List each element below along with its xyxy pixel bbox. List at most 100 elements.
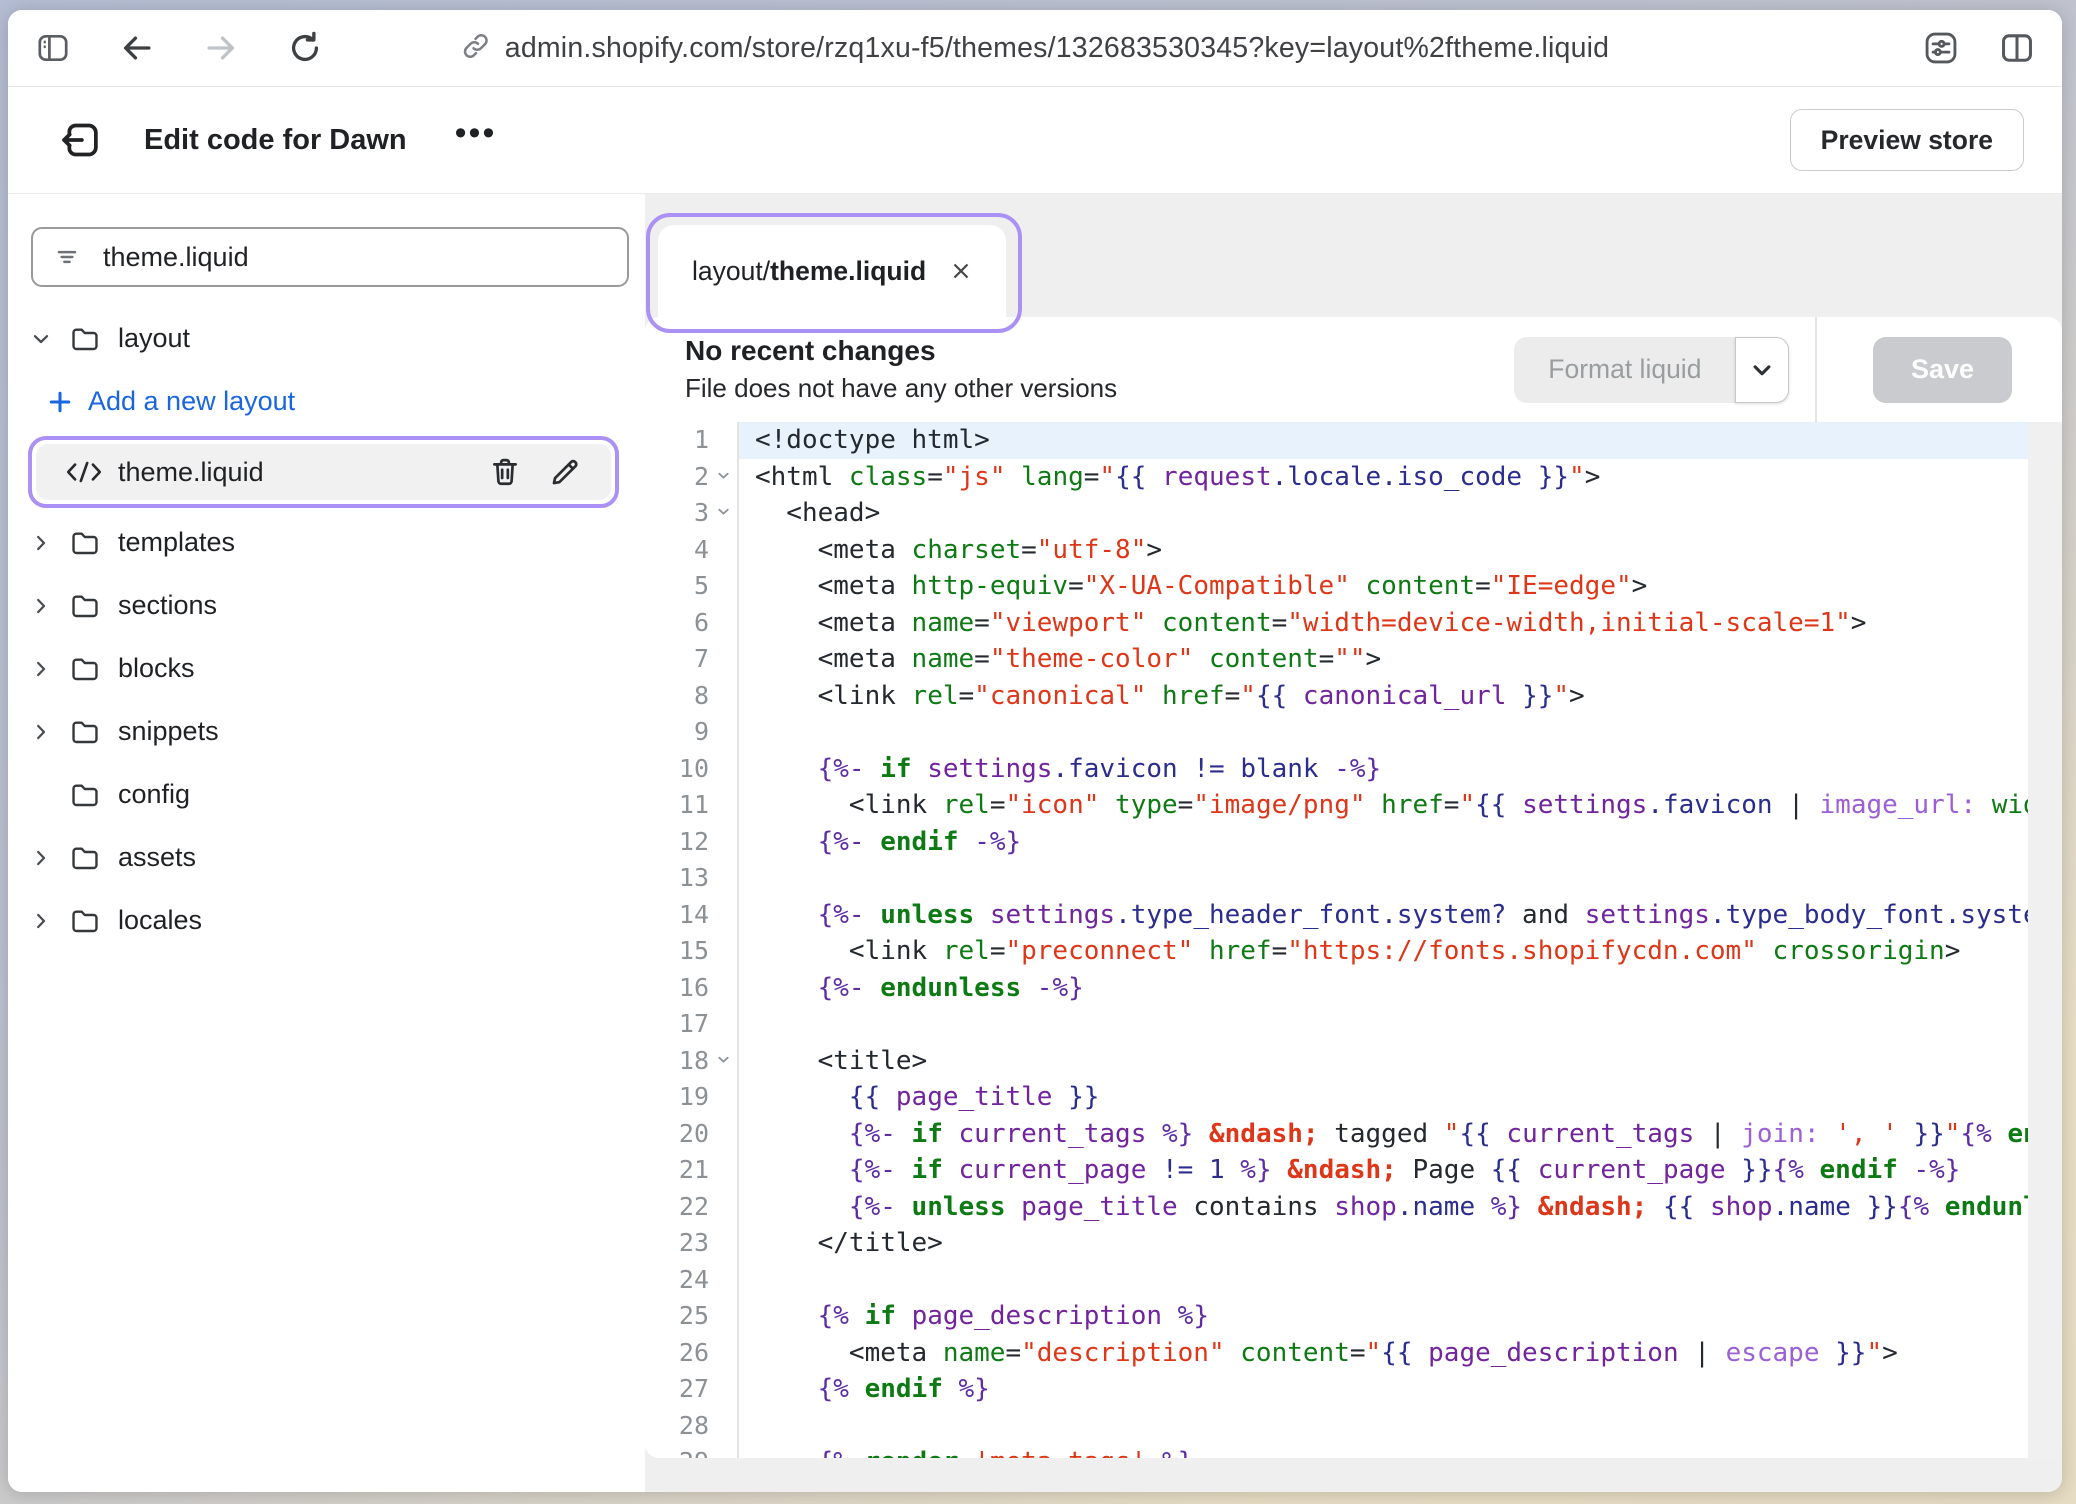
code-line-18[interactable]: 18 <title> [645,1043,2028,1080]
tab-close-icon[interactable] [944,254,978,288]
line-number: 9 [645,714,709,751]
tab-theme-liquid[interactable]: layout/theme.liquid [658,225,1006,317]
line-number: 17 [645,1006,709,1043]
preview-store-button[interactable]: Preview store [1790,109,2024,171]
fold-icon[interactable] [715,1051,732,1068]
address-bar[interactable]: admin.shopify.com/store/rzq1xu-f5/themes… [461,10,1609,86]
code-line-21[interactable]: 21 {%- if current_page != 1 %} &ndash; P… [645,1152,2028,1189]
chevron-right-icon [29,909,53,933]
sidebar-item-templates[interactable]: templates [8,511,645,574]
back-icon[interactable] [118,29,156,67]
code-line-11[interactable]: 11 <link rel="icon" type="image/png" hre… [645,787,2028,824]
forward-icon[interactable] [202,29,240,67]
line-number: 11 [645,787,709,824]
line-number: 24 [645,1262,709,1299]
save-button[interactable]: Save [1873,337,2012,403]
code-line-20[interactable]: 20 {%- if current_tags %} &ndash; tagged… [645,1116,2028,1153]
sidebar-item-label: blocks [118,653,195,684]
code-line-24[interactable]: 24 [645,1262,2028,1299]
app-header: Edit code for Dawn ••• Preview store [8,87,2062,194]
code-line-4[interactable]: 4 <meta charset="utf-8"> [645,532,2028,569]
line-number: 29 [645,1444,709,1458]
sidebar-item-layout[interactable]: layout [8,307,645,370]
line-number: 8 [645,678,709,715]
exit-editor-icon[interactable] [58,117,104,163]
fold-icon[interactable] [715,467,732,484]
line-number: 18 [645,1043,709,1080]
sidebar-item-label: layout [118,323,190,354]
sidebar-item-label: templates [118,527,235,558]
sidebar-item-sections[interactable]: sections [8,574,645,637]
more-options-button[interactable]: ••• [455,123,497,157]
file-sidebar: layout Add a new layout theme.liquid templa… [8,194,645,1492]
sidebar-toggle-icon[interactable] [34,29,72,67]
code-line-6[interactable]: 6 <meta name="viewport" content="width=d… [645,605,2028,642]
code-line-9[interactable]: 9 [645,714,2028,751]
editor-scrollbar[interactable] [2028,422,2062,1458]
code-line-14[interactable]: 14 {%- unless settings.type_header_font.… [645,897,2028,934]
code-line-10[interactable]: 10 {%- if settings.favicon != blank -%} [645,751,2028,788]
sidebar-item-snippets[interactable]: snippets [8,700,645,763]
line-number: 15 [645,933,709,970]
browser-settings-icon[interactable] [1922,29,1960,67]
sidebar-item-locales[interactable]: locales [8,889,645,952]
tab-label: layout/theme.liquid [692,256,926,287]
folder-icon [68,716,102,748]
code-line-3[interactable]: 3 <head> [645,495,2028,532]
line-number: 2 [645,459,709,496]
rename-file-button[interactable] [547,454,583,490]
line-number: 23 [645,1225,709,1262]
folder-icon [68,842,102,874]
folder-icon [68,779,102,811]
code-line-26[interactable]: 26 <meta name="description" content="{{ … [645,1335,2028,1372]
code-line-5[interactable]: 5 <meta http-equiv="X-UA-Compatible" con… [645,568,2028,605]
code-line-25[interactable]: 25 {% if page_description %} [645,1298,2028,1335]
gutter-separator [737,422,739,1458]
code-line-23[interactable]: 23 </title> [645,1225,2028,1262]
code-editor[interactable]: 1<!doctype html>2<html class="js" lang="… [645,422,2062,1458]
line-number: 26 [645,1335,709,1372]
line-number: 4 [645,532,709,569]
sidebar-item-label: config [118,779,190,810]
delete-file-button[interactable] [487,454,523,490]
format-dropdown-button[interactable] [1735,337,1789,403]
code-line-13[interactable]: 13 [645,860,2028,897]
reload-icon[interactable] [286,29,324,67]
code-line-1[interactable]: 1<!doctype html> [645,422,2028,459]
code-line-2[interactable]: 2<html class="js" lang="{{ request.local… [645,459,2028,496]
line-number: 7 [645,641,709,678]
code-line-17[interactable]: 17 [645,1006,2028,1043]
browser-toolbar: admin.shopify.com/store/rzq1xu-f5/themes… [8,10,2062,87]
code-line-16[interactable]: 16 {%- endunless -%} [645,970,2028,1007]
sidebar-item-theme-liquid[interactable]: theme.liquid [36,444,611,500]
chevron-down-icon [29,327,53,351]
code-line-8[interactable]: 8 <link rel="canonical" href="{{ canonic… [645,678,2028,715]
line-number: 13 [645,860,709,897]
search-input[interactable] [31,227,629,287]
line-number: 5 [645,568,709,605]
line-number: 27 [645,1371,709,1408]
sidebar-item-label: assets [118,842,196,873]
file-tree: layout Add a new layout theme.liquid templa… [8,307,645,952]
sidebar-item-assets[interactable]: assets [8,826,645,889]
fold-icon[interactable] [715,503,732,520]
format-liquid-label[interactable]: Format liquid [1514,337,1735,403]
code-line-22[interactable]: 22 {%- unless page_title contains shop.n… [645,1189,2028,1226]
sidebar-item-blocks[interactable]: blocks [8,637,645,700]
page-title: Edit code for Dawn [144,124,407,157]
code-line-29[interactable]: 29 {% render 'meta-tags' %} [645,1444,2028,1458]
url-text: admin.shopify.com/store/rzq1xu-f5/themes… [505,32,1609,65]
line-number: 12 [645,824,709,861]
code-line-7[interactable]: 7 <meta name="theme-color" content=""> [645,641,2028,678]
split-view-icon[interactable] [1998,29,2036,67]
code-line-27[interactable]: 27 {% endif %} [645,1371,2028,1408]
sidebar-item-config[interactable]: config [8,763,645,826]
filter-icon [53,244,81,270]
code-line-15[interactable]: 15 <link rel="preconnect" href="https://… [645,933,2028,970]
code-line-12[interactable]: 12 {%- endif -%} [645,824,2028,861]
sidebar-item-label: sections [118,590,217,621]
add-new-layout-button[interactable]: Add a new layout [8,370,645,433]
code-line-28[interactable]: 28 [645,1408,2028,1445]
code-line-19[interactable]: 19 {{ page_title }} [645,1079,2028,1116]
chevron-right-icon [29,720,53,744]
